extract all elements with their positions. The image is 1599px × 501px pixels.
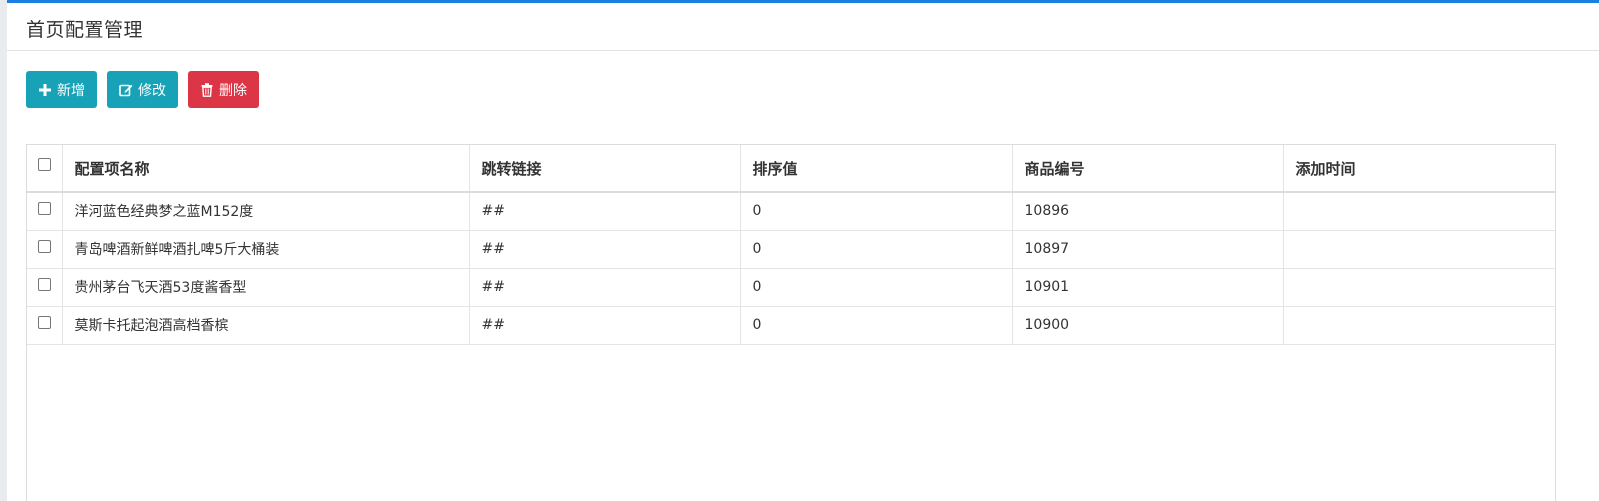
select-all-checkbox[interactable] xyxy=(37,158,51,171)
row-checkbox[interactable] xyxy=(37,201,51,215)
cell-added-time xyxy=(1283,230,1556,268)
row-select-cell xyxy=(27,306,63,344)
select-all-cell xyxy=(27,145,63,192)
table-row[interactable]: 贵州茅台飞天酒53度酱香型 ## 0 10901 xyxy=(27,268,1556,306)
delete-button[interactable]: 删除 xyxy=(188,71,259,108)
row-checkbox[interactable] xyxy=(37,239,51,253)
config-table: 配置项名称 跳转链接 排序值 商品编号 添加时间 洋河蓝色经典梦之蓝M152度 … xyxy=(26,144,1556,501)
app-window: 首页配置管理 新增 修改 删除 配置项名称 跳转链接 排序值 商品编号 添加时间… xyxy=(0,0,1599,501)
column-header-name[interactable]: 配置项名称 xyxy=(62,145,470,192)
cell-name: 莫斯卡托起泡酒高档香槟 xyxy=(62,306,470,344)
cell-goods-no: 10896 xyxy=(1012,192,1284,230)
cell-added-time xyxy=(1283,306,1556,344)
row-checkbox[interactable] xyxy=(37,315,51,329)
content-panel: 首页配置管理 新增 修改 删除 配置项名称 跳转链接 排序值 商品编号 添加时间… xyxy=(7,3,1599,501)
cell-name: 洋河蓝色经典梦之蓝M152度 xyxy=(62,192,470,230)
cell-sort: 0 xyxy=(740,192,1013,230)
add-button[interactable]: 新增 xyxy=(26,71,97,108)
cell-added-time xyxy=(1283,192,1556,230)
cell-name: 贵州茅台飞天酒53度酱香型 xyxy=(62,268,470,306)
table-row[interactable]: 洋河蓝色经典梦之蓝M152度 ## 0 10896 xyxy=(27,192,1556,230)
add-button-label: 新增 xyxy=(57,82,85,99)
column-header-link[interactable]: 跳转链接 xyxy=(469,145,741,192)
cell-link: ## xyxy=(469,230,741,268)
cell-link: ## xyxy=(469,192,741,230)
edit-icon xyxy=(119,83,133,97)
table-row[interactable]: 青岛啤酒新鲜啤酒扎啤5斤大桶装 ## 0 10897 xyxy=(27,230,1556,268)
edit-button-label: 修改 xyxy=(138,82,166,99)
column-header-goods-no[interactable]: 商品编号 xyxy=(1012,145,1284,192)
page-title: 首页配置管理 xyxy=(26,19,144,41)
row-select-cell xyxy=(27,268,63,306)
table-header-row: 配置项名称 跳转链接 排序值 商品编号 添加时间 xyxy=(27,145,1556,192)
cell-goods-no: 10900 xyxy=(1012,306,1284,344)
toolbar: 新增 修改 删除 xyxy=(26,71,259,108)
column-header-added-time[interactable]: 添加时间 xyxy=(1283,145,1556,192)
table-row[interactable]: 莫斯卡托起泡酒高档香槟 ## 0 10900 xyxy=(27,306,1556,344)
row-checkbox[interactable] xyxy=(37,277,51,291)
plus-icon xyxy=(38,83,52,97)
panel-header: 首页配置管理 xyxy=(7,3,1599,51)
cell-goods-no: 10897 xyxy=(1012,230,1284,268)
cell-goods-no: 10901 xyxy=(1012,268,1284,306)
cell-sort: 0 xyxy=(740,230,1013,268)
cell-sort: 0 xyxy=(740,306,1013,344)
left-sidebar-edge xyxy=(0,0,7,501)
cell-sort: 0 xyxy=(740,268,1013,306)
edit-button[interactable]: 修改 xyxy=(107,71,178,108)
cell-added-time xyxy=(1283,268,1556,306)
cell-link: ## xyxy=(469,268,741,306)
trash-icon xyxy=(200,82,214,97)
column-header-sort[interactable]: 排序值 xyxy=(740,145,1013,192)
cell-link: ## xyxy=(469,306,741,344)
delete-button-label: 删除 xyxy=(219,82,247,99)
cell-name: 青岛啤酒新鲜啤酒扎啤5斤大桶装 xyxy=(62,230,470,268)
row-select-cell xyxy=(27,192,63,230)
row-select-cell xyxy=(27,230,63,268)
